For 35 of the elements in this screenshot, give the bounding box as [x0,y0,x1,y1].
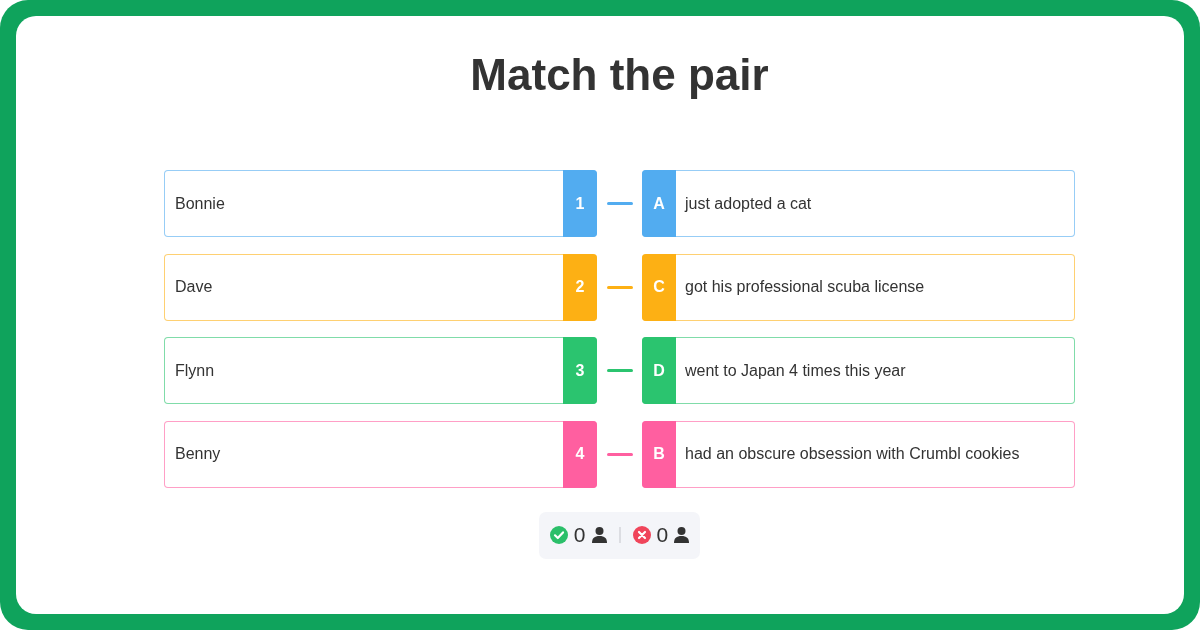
name-card[interactable]: Flynn 3 [164,337,597,404]
name-card[interactable]: Bonnie 1 [164,170,597,237]
incorrect-count: 0 [656,523,669,547]
person-name: Bonnie [174,194,226,213]
number-tag: 2 [563,253,597,321]
connector-line [606,369,633,372]
name-card[interactable]: Dave 2 [164,253,597,321]
number-tag: 1 [563,170,597,237]
name-card[interactable]: Benny 4 [164,420,597,488]
statement-text: had an obscure obsession with Crumbl cookies [684,445,1021,463]
letter-tag: A [642,170,676,237]
person-name: Dave [174,278,214,296]
person-icon [591,527,607,543]
statement-card[interactable]: A just adopted a cat [642,170,1075,237]
statement-card[interactable]: B had an obscure obsession with Crumbl cookies [642,420,1075,488]
connector-line [606,452,633,456]
statement-text: got his professional scuba license [684,278,926,296]
cross-circle-icon [632,526,651,544]
letter-tag: B [642,420,676,488]
letter-tag: C [642,253,676,321]
number-tag: 3 [563,337,597,404]
person-icon [674,527,690,543]
connector-line [606,202,633,205]
person-name: Benny [174,445,222,463]
statement-text: went to Japan 4 times this year [684,361,907,380]
correct-count: 0 [573,523,586,547]
statement-card[interactable]: D went to Japan 4 times this year [642,337,1075,404]
number-tag: 4 [563,420,597,488]
connector-line [606,285,633,289]
letter-tag: D [642,337,676,404]
statement-text: just adopted a cat [683,194,813,213]
check-circle-icon [549,526,568,544]
person-name: Flynn [174,361,216,380]
statement-card[interactable]: C got his professional scuba license [642,253,1075,321]
activity-title: Match the pair [470,49,769,101]
